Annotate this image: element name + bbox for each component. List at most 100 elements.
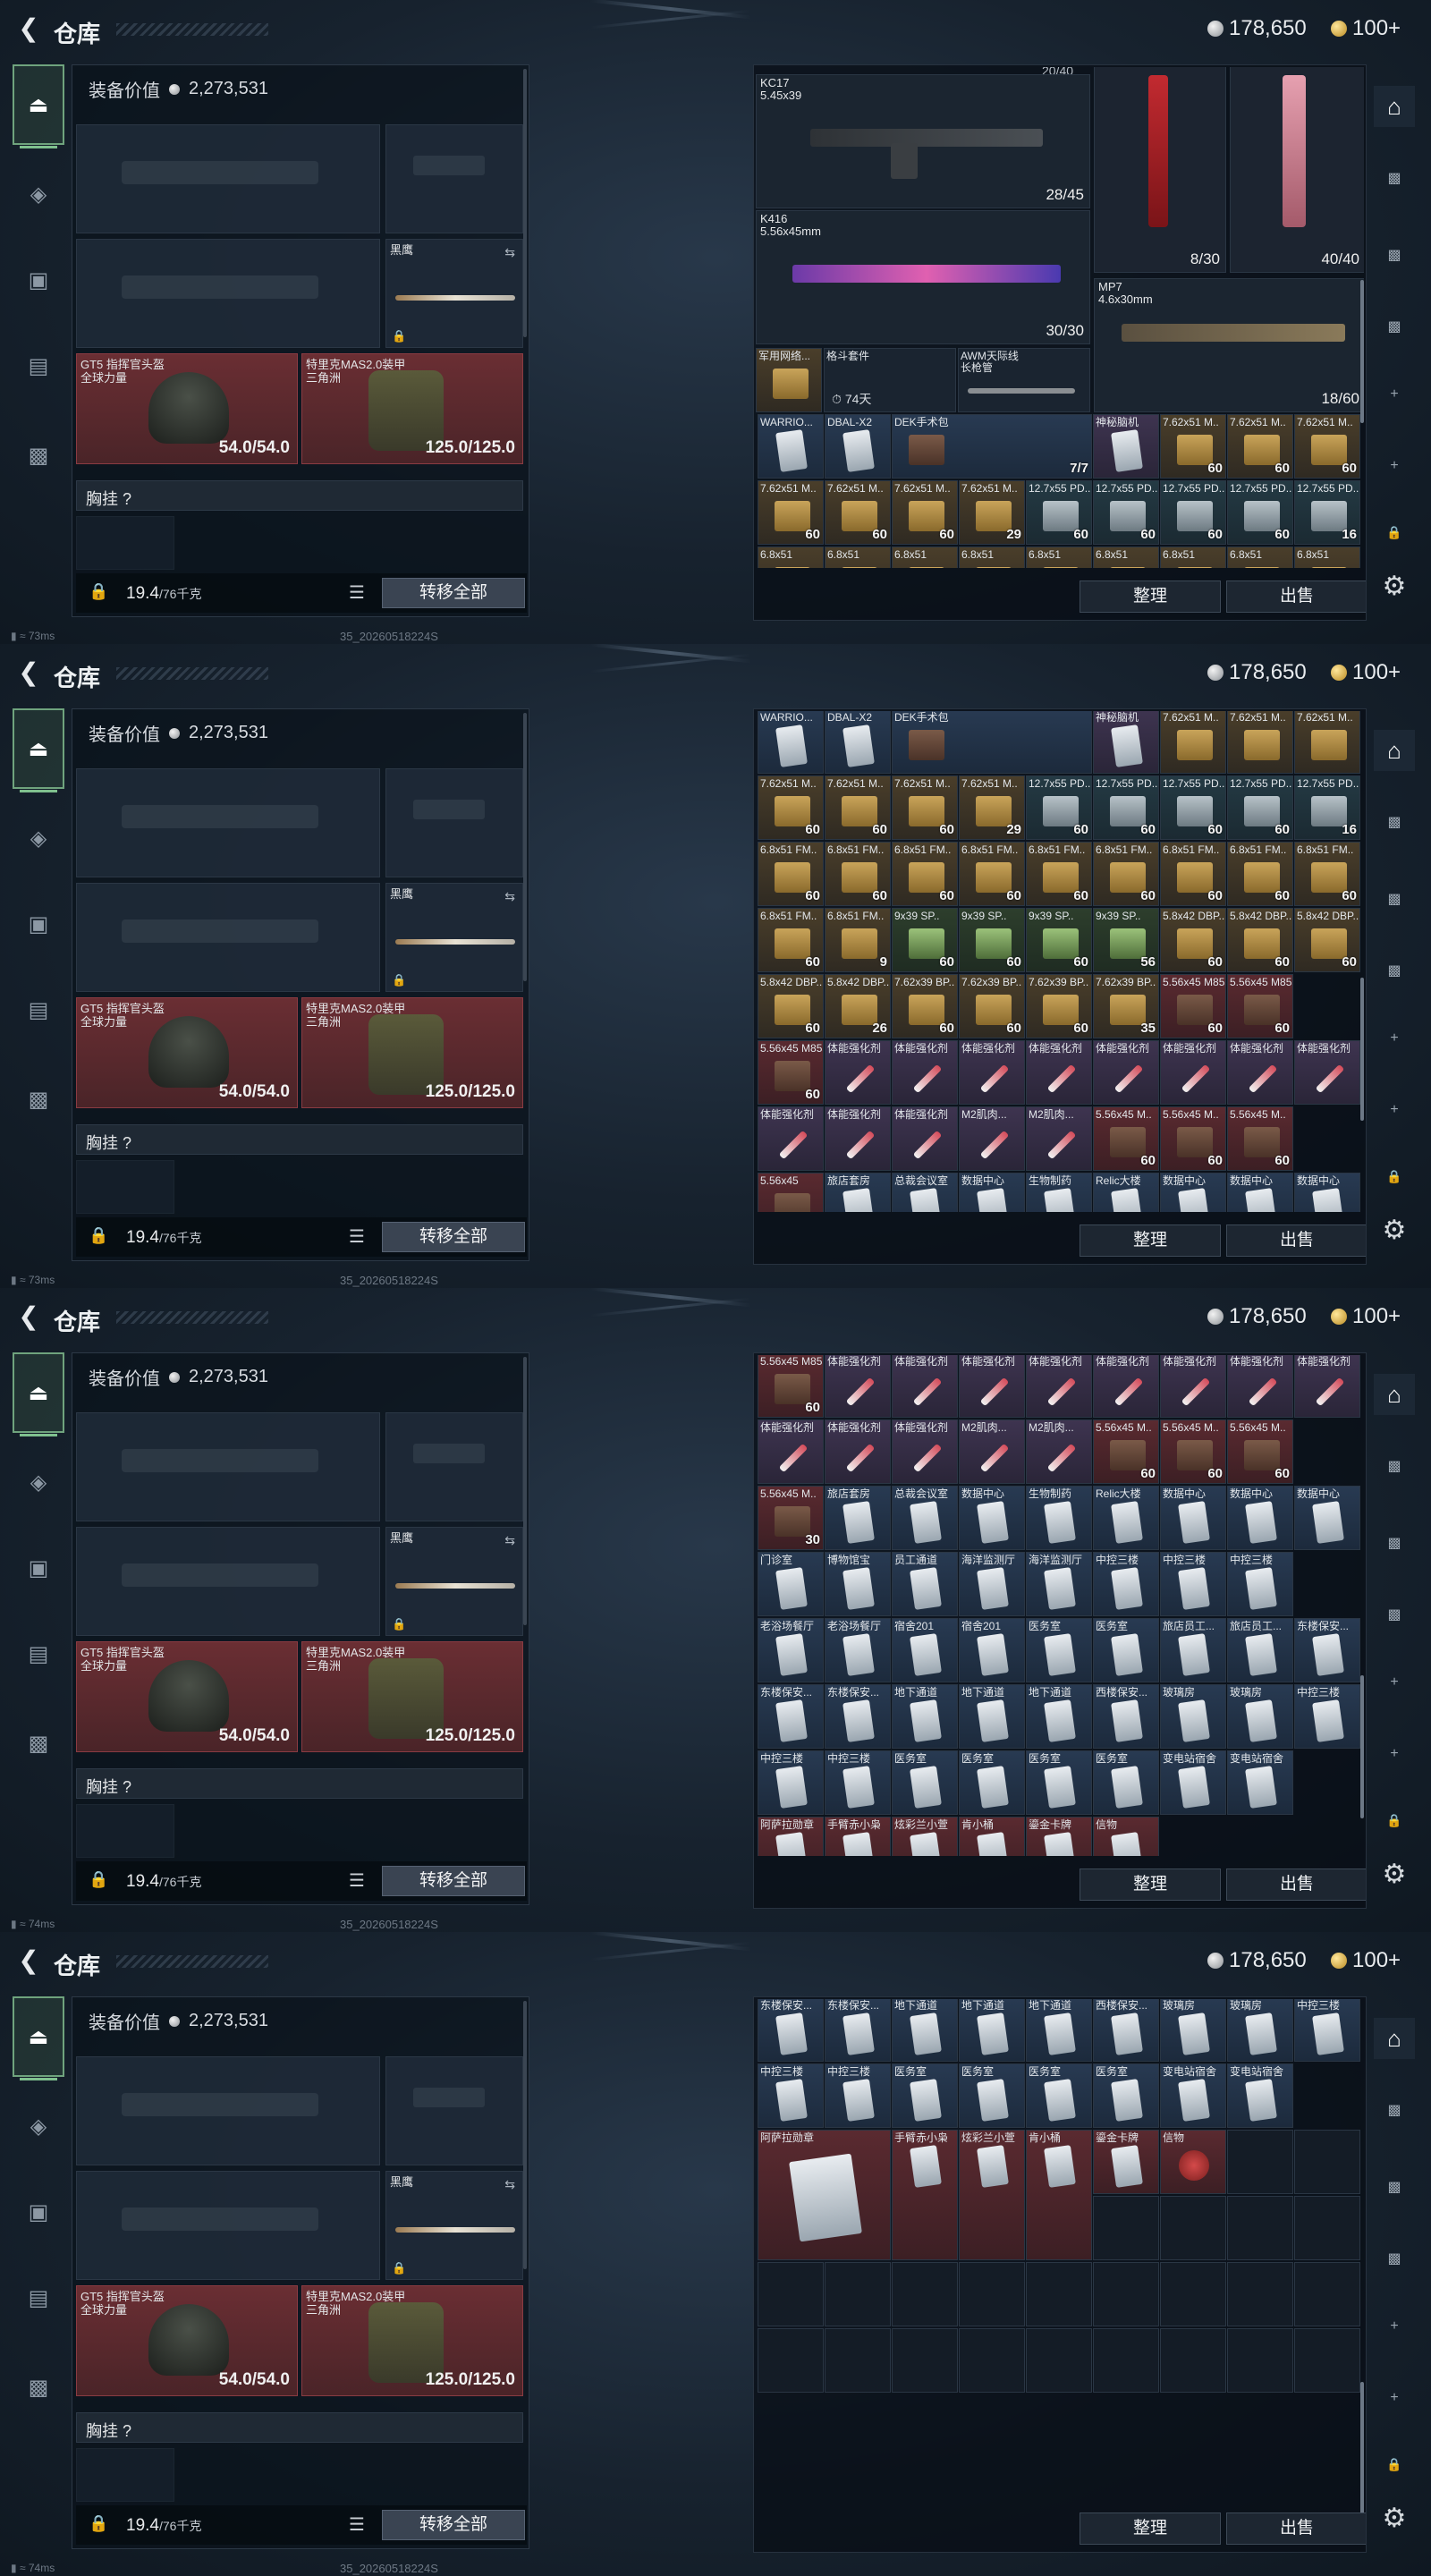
grid-item[interactable]: 5.8x42 DBP.. 60 xyxy=(1227,908,1293,972)
grid-item[interactable]: 6.8x51 xyxy=(1227,547,1293,568)
grid-item[interactable]: 5.56x45 M855A1 60 xyxy=(1227,974,1293,1038)
grid-item[interactable]: 体能强化剂 xyxy=(1026,1355,1092,1418)
sell-button[interactable]: 出售 xyxy=(1226,580,1366,613)
backpack-icon[interactable]: ▣ xyxy=(13,240,64,320)
grid-item[interactable]: 体能强化剂 xyxy=(825,1106,891,1171)
grid-item[interactable]: 生物制药 xyxy=(1026,1173,1092,1212)
grid-item[interactable]: 东楼保安... xyxy=(825,1684,891,1749)
grid-item[interactable]: WARRIO... xyxy=(758,711,824,774)
grid-item[interactable]: 7.62x51 M.. 29 xyxy=(959,775,1025,840)
gold-currency[interactable]: 100+ xyxy=(1331,1304,1401,1329)
weapon-kc17[interactable]: KC17 5.45x39 28/45 xyxy=(756,74,1090,208)
chest-rig-slot[interactable]: 胸挂 ? xyxy=(76,2412,523,2443)
grid-item[interactable]: 旅店套房 xyxy=(825,1173,891,1212)
backpack-icon[interactable]: ▣ xyxy=(13,1528,64,1608)
grid-item[interactable]: 玻璃房 xyxy=(1160,1684,1226,1749)
grid-item[interactable]: 地下通道 xyxy=(1026,1684,1092,1749)
empty-grid-cell[interactable] xyxy=(1026,2328,1092,2393)
empty-grid-cell[interactable] xyxy=(1227,2262,1293,2326)
grid-item[interactable]: 体能强化剂 xyxy=(1093,1040,1159,1105)
list-icon[interactable]: ☰ xyxy=(344,1868,369,1894)
knife-slot[interactable]: 黑鹰 ⇆ 🔒 xyxy=(385,883,523,992)
plus-icon[interactable]: + xyxy=(1374,1018,1415,1059)
grid-item[interactable]: 5.56x45 M.. 60 xyxy=(1093,1419,1159,1484)
stash-scrollbar[interactable] xyxy=(1360,280,1364,423)
grid-item[interactable]: 体能强化剂 xyxy=(1093,1355,1159,1418)
grid-item[interactable]: 7.62x39 BP.. 60 xyxy=(892,974,958,1038)
stash-tab-icon[interactable]: ▩ xyxy=(1374,878,1415,919)
gun-icon[interactable]: ⏏ xyxy=(13,64,64,148)
gear-icon[interactable]: ⚙ xyxy=(1374,565,1415,606)
grid-item[interactable]: 6.8x51 xyxy=(825,547,891,568)
grid-item[interactable]: 体能强化剂 xyxy=(892,1040,958,1105)
grid-item[interactable]: M2肌肉... xyxy=(1026,1419,1092,1484)
grid-item[interactable]: 12.7x55 PD.. 60 xyxy=(1026,480,1092,545)
empty-grid-cell[interactable] xyxy=(1227,2196,1293,2260)
stash-tab-icon[interactable]: ▩ xyxy=(1374,1522,1415,1563)
silver-currency[interactable]: 178,650 xyxy=(1207,660,1307,685)
gold-currency[interactable]: 100+ xyxy=(1331,1948,1401,1973)
grid-item[interactable]: 总裁会议室 xyxy=(892,1173,958,1212)
backpack-icon[interactable]: ▣ xyxy=(13,2172,64,2252)
sell-button[interactable]: 出售 xyxy=(1226,1224,1366,1257)
knife-slot[interactable]: 黑鹰 ⇆ 🔒 xyxy=(385,239,523,348)
gear-icon[interactable]: ⚙ xyxy=(1374,1209,1415,1250)
swap-icon[interactable]: ⇆ xyxy=(504,1533,515,1548)
grid-item[interactable]: 数据中心 xyxy=(959,1173,1025,1212)
empty-grid-cell[interactable] xyxy=(1294,2262,1360,2326)
grid-item[interactable]: 东楼保安... xyxy=(758,1999,824,2062)
grid-item[interactable]: 5.56x45 M855A1 60 xyxy=(758,1355,824,1418)
empty-grid-cell[interactable] xyxy=(1294,2328,1360,2393)
grid-item[interactable]: 7.62x51 M.. xyxy=(1160,711,1226,774)
grid-item[interactable]: 变电站宿舍 xyxy=(1227,2063,1293,2128)
grid-item[interactable]: 5.56x45 xyxy=(758,1173,824,1212)
grid-item[interactable]: 信物 xyxy=(1093,1817,1159,1856)
grid-item[interactable]: 体能强化剂 xyxy=(1227,1040,1293,1105)
loadout-scrollbar[interactable] xyxy=(523,2001,527,2269)
loadout-scrollbar[interactable] xyxy=(523,1357,527,1625)
grid-item[interactable]: 9x39 SP.. 60 xyxy=(959,908,1025,972)
gun-icon[interactable]: ⏏ xyxy=(13,1352,64,1436)
plus-icon[interactable]: + xyxy=(1374,2377,1415,2419)
pistol-slot[interactable] xyxy=(385,768,523,877)
chest-rig-slot[interactable]: 胸挂 ? xyxy=(76,480,523,511)
secondary-weapon-slot[interactable] xyxy=(76,2171,380,2280)
grid-item[interactable]: 变电站宿舍 xyxy=(1160,2063,1226,2128)
grid-item[interactable]: 数据中心 xyxy=(959,1486,1025,1550)
grid-item[interactable]: 东楼保安... xyxy=(825,1999,891,2062)
grid-item[interactable]: 中控三楼 xyxy=(1227,1552,1293,1616)
grid-item[interactable]: 体能强化剂 xyxy=(959,1040,1025,1105)
lock-icon[interactable]: 🔒 xyxy=(89,582,108,602)
grid-item[interactable]: 玻璃房 xyxy=(1227,1684,1293,1749)
grid-item[interactable]: 老浴场餐厅 xyxy=(825,1618,891,1682)
clipboard-icon[interactable]: ▤ xyxy=(13,2258,64,2338)
weapon-mp7[interactable]: MP7 4.6x30mm 18/60 xyxy=(1094,278,1364,412)
loadout-scrollbar[interactable] xyxy=(523,713,527,981)
empty-grid-cell[interactable] xyxy=(1160,2328,1226,2393)
armor-slot[interactable]: 特里克MAS2.0装甲 三角洲 125.0/125.0 xyxy=(301,1641,523,1752)
swap-icon[interactable]: ⇆ xyxy=(504,889,515,904)
list-icon[interactable]: ☰ xyxy=(344,1224,369,1250)
grid-item[interactable]: 7.62x51 M.. 60 xyxy=(1227,414,1293,479)
lock-icon[interactable]: 🔒 xyxy=(1374,1156,1415,1197)
plus-icon[interactable]: + xyxy=(1374,1089,1415,1131)
grid-item[interactable]: M2肌肉... xyxy=(1026,1106,1092,1171)
grid-item[interactable]: 医务室 xyxy=(1093,1618,1159,1682)
grid-item[interactable]: 东楼保安... xyxy=(758,1684,824,1749)
grid-item[interactable]: 12.7x55 PD.. 60 xyxy=(1026,775,1092,840)
grid-item[interactable]: DBAL-X2 xyxy=(825,711,891,774)
grid-item[interactable]: 9x39 SP.. 56 xyxy=(1093,908,1159,972)
grid-item[interactable]: 体能强化剂 xyxy=(1294,1040,1360,1105)
grid-item[interactable]: 医务室 xyxy=(959,1750,1025,1815)
grid-item[interactable]: 地下通道 xyxy=(892,1999,958,2062)
loadout-scrollbar[interactable] xyxy=(523,69,527,337)
grid-item[interactable]: 体能强化剂 xyxy=(1227,1355,1293,1418)
empty-grid-cell[interactable] xyxy=(1026,2262,1092,2326)
grid-item[interactable]: 中控三楼 xyxy=(1160,1552,1226,1616)
grid-item[interactable]: 5.8x42 DBP.. 26 xyxy=(825,974,891,1038)
weapon-red-rifle[interactable]: 8/30 xyxy=(1094,67,1226,273)
grid-item[interactable]: 12.7x55 PD.. 60 xyxy=(1093,775,1159,840)
grid-item[interactable]: 12.7x55 PD.. 60 xyxy=(1160,775,1226,840)
armor-slot[interactable]: 特里克MAS2.0装甲 三角洲 125.0/125.0 xyxy=(301,2285,523,2396)
stash-tab-icon[interactable]: ▩ xyxy=(1374,1594,1415,1635)
